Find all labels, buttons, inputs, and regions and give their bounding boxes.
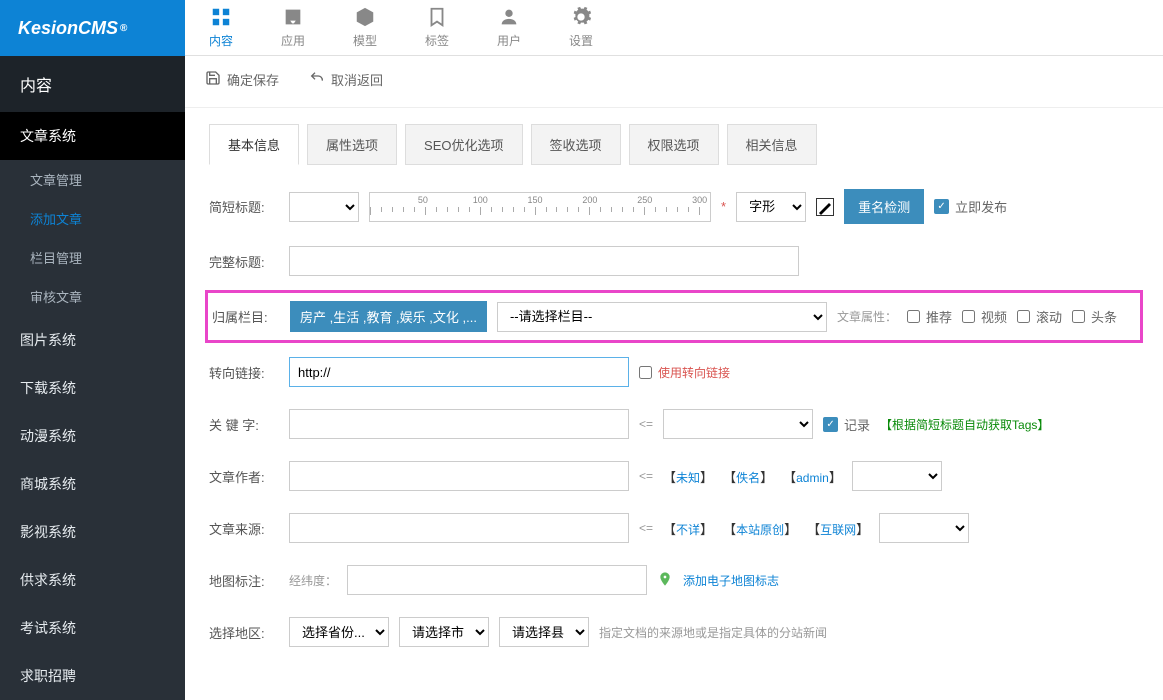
inbox-icon (282, 6, 304, 30)
topnav-tag[interactable]: 标签 (401, 0, 473, 55)
latlng-input[interactable] (347, 565, 647, 595)
tab-perm[interactable]: 权限选项 (629, 124, 719, 165)
grid-icon (210, 6, 232, 30)
tabs: 基本信息 属性选项 SEO优化选项 签收选项 权限选项 相关信息 (209, 124, 1139, 165)
author-select[interactable] (852, 461, 942, 491)
region-label: 选择地区: (209, 623, 289, 642)
redirect-label: 转向链接: (209, 363, 289, 382)
author-label: 文章作者: (209, 467, 289, 486)
save-button[interactable]: 确定保存 (205, 70, 279, 89)
sidebar-section-image[interactable]: 图片系统 (0, 316, 185, 364)
required-asterisk: * (721, 199, 726, 214)
source-internet-link[interactable]: 【互联网】 (807, 519, 869, 538)
topnav-content[interactable]: 内容 (185, 0, 257, 55)
keywords-select[interactable] (663, 409, 813, 439)
source-label: 文章来源: (209, 519, 289, 538)
sidebar-sub-add-article[interactable]: 添加文章 (0, 199, 185, 238)
publish-now-checkbox[interactable]: ✓ 立即发布 (934, 197, 1007, 216)
gear-icon (570, 6, 592, 30)
attr-video-checkbox[interactable]: 视频 (962, 307, 1007, 326)
sidebar-sub-article-manage[interactable]: 文章管理 (0, 160, 185, 199)
full-title-input[interactable] (289, 246, 799, 276)
keywords-input[interactable] (289, 409, 629, 439)
sidebar-section-download[interactable]: 下载系统 (0, 364, 185, 412)
topnav-app[interactable]: 应用 (257, 0, 329, 55)
top-nav: 内容 应用 模型 标签 用户 (185, 0, 617, 55)
keywords-hint[interactable]: 【根据简短标题自动获取Tags】 (880, 416, 1049, 433)
sidebar-section-article[interactable]: 文章系统 (0, 112, 185, 160)
sidebar-section-anime[interactable]: 动漫系统 (0, 412, 185, 460)
keywords-label: 关 键 字: (209, 415, 289, 434)
source-nodetail-link[interactable]: 【不详】 (663, 519, 713, 538)
county-select[interactable]: 请选择县 (499, 617, 589, 647)
user-icon (498, 6, 520, 30)
cube-icon (354, 6, 376, 30)
category-label: 归属栏目: (212, 307, 290, 326)
attr-recommend-checkbox[interactable]: 推荐 (907, 307, 952, 326)
tab-attr[interactable]: 属性选项 (307, 124, 397, 165)
attr-headline-checkbox[interactable]: 头条 (1072, 307, 1117, 326)
sidebar-section-exam[interactable]: 考试系统 (0, 604, 185, 652)
map-icon[interactable] (657, 571, 673, 590)
attr-scroll-checkbox[interactable]: 滚动 (1017, 307, 1062, 326)
category-select[interactable]: --请选择栏目-- (497, 302, 827, 332)
dup-check-button[interactable]: 重名检测 (844, 189, 924, 224)
logo: KesionCMS® (0, 0, 185, 56)
city-select[interactable]: 请选择市 (399, 617, 489, 647)
add-map-link[interactable]: 添加电子地图标志 (683, 572, 779, 589)
region-hint: 指定文档的来源地或是指定具体的分站新闻 (599, 624, 827, 641)
short-title-label: 简短标题: (209, 197, 289, 216)
category-tags[interactable]: 房产 ,生活 ,教育 ,娱乐 ,文化 ,... (290, 301, 487, 332)
full-title-label: 完整标题: (209, 252, 289, 271)
author-unknown-link[interactable]: 【未知】 (663, 467, 713, 486)
sidebar-section-supply[interactable]: 供求系统 (0, 556, 185, 604)
author-anon-link[interactable]: 【佚名】 (723, 467, 773, 486)
sidebar-section-video[interactable]: 影视系统 (0, 508, 185, 556)
topnav-settings[interactable]: 设置 (545, 0, 617, 55)
source-original-link[interactable]: 【本站原创】 (723, 519, 797, 538)
sidebar: 内容 文章系统 文章管理 添加文章 栏目管理 审核文章 图片系统 下载系统 动漫… (0, 56, 185, 700)
title-ruler[interactable]: 50 100 150 200 250 300 (369, 192, 711, 222)
sidebar-sub-category[interactable]: 栏目管理 (0, 238, 185, 277)
source-select[interactable] (879, 513, 969, 543)
source-input[interactable] (289, 513, 629, 543)
tab-basic[interactable]: 基本信息 (209, 124, 299, 165)
sidebar-section-job[interactable]: 求职招聘 (0, 652, 185, 700)
short-title-prefix-select[interactable] (289, 192, 359, 222)
sidebar-header: 内容 (0, 56, 185, 112)
tab-sign[interactable]: 签收选项 (531, 124, 621, 165)
bookmark-icon (426, 6, 448, 30)
topnav-user[interactable]: 用户 (473, 0, 545, 55)
tab-related[interactable]: 相关信息 (727, 124, 817, 165)
province-select[interactable]: 选择省份... (289, 617, 389, 647)
redirect-input[interactable] (289, 357, 629, 387)
save-icon (205, 70, 221, 89)
article-attr-label: 文章属性： (837, 308, 897, 325)
font-style-select[interactable]: 字形 (736, 192, 806, 222)
topnav-model[interactable]: 模型 (329, 0, 401, 55)
use-redirect-checkbox[interactable]: 使用转向链接 (639, 364, 730, 381)
sidebar-section-mall[interactable]: 商城系统 (0, 460, 185, 508)
tab-seo[interactable]: SEO优化选项 (405, 124, 522, 165)
sidebar-sub-review[interactable]: 审核文章 (0, 277, 185, 316)
back-icon (309, 70, 325, 89)
color-picker-icon[interactable] (816, 198, 834, 216)
map-label: 地图标注: (209, 571, 289, 590)
author-admin-link[interactable]: 【admin】 (783, 467, 842, 486)
cancel-button[interactable]: 取消返回 (309, 70, 383, 89)
author-input[interactable] (289, 461, 629, 491)
record-checkbox[interactable]: ✓ 记录 (823, 415, 870, 434)
